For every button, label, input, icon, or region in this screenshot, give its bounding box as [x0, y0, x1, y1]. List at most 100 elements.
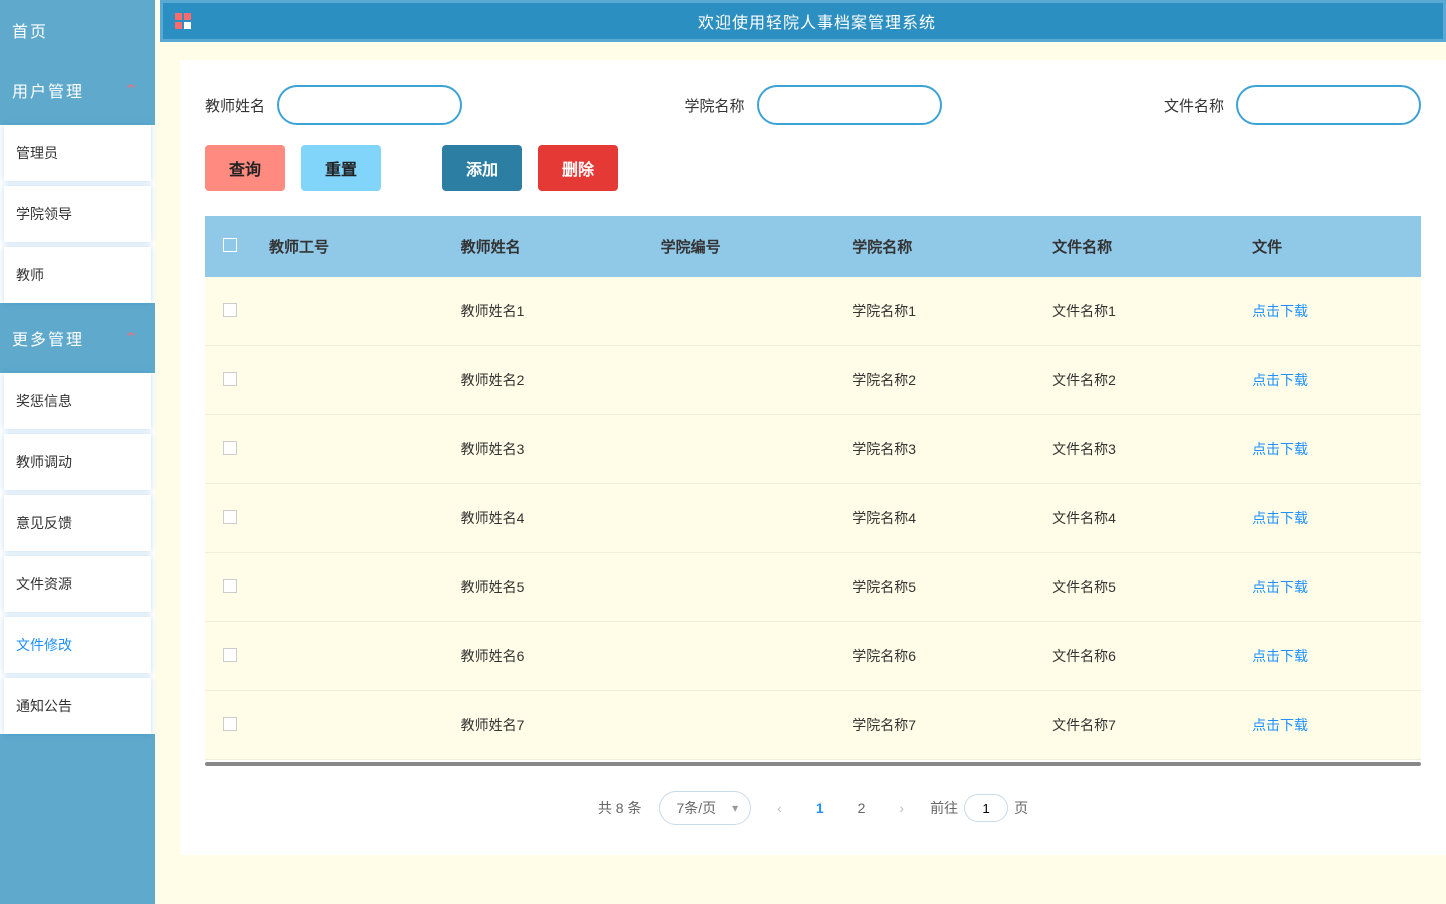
- table-row: 教师姓名3 学院名称3文件名称3 点击下载: [205, 415, 1421, 484]
- cell-file-name: 文件名称1: [1038, 277, 1238, 346]
- table-header-row: 教师工号 教师姓名 学院编号 学院名称 文件名称 文件: [205, 216, 1421, 277]
- page-2[interactable]: 2: [850, 796, 874, 820]
- cell-college-name: 学院名称5: [838, 553, 1038, 622]
- cell-college-id: [647, 346, 839, 415]
- download-link[interactable]: 点击下载: [1252, 510, 1308, 526]
- cell-teacher-name: 教师姓名7: [447, 691, 647, 760]
- sidebar-item-notice[interactable]: 通知公告: [4, 678, 151, 734]
- cell-teacher-name: 教师姓名2: [447, 346, 647, 415]
- sidebar-group-label: 用户管理: [12, 84, 84, 101]
- sidebar-item-reward-punishment[interactable]: 奖惩信息: [4, 373, 151, 429]
- cell-teacher-name: 教师姓名4: [447, 484, 647, 553]
- cell-teacher-id: [255, 622, 447, 691]
- table-row: 教师姓名6学院名称6文件名称6点击下载: [205, 622, 1421, 691]
- college-name-input[interactable]: [757, 85, 942, 125]
- cell-file-name: 文件名称7: [1038, 691, 1238, 760]
- chevron-up-icon: ⌃: [124, 82, 142, 98]
- button-row: 查询 重置 添加 删除: [205, 145, 1421, 191]
- sidebar-group-user-mgmt[interactable]: 用户管理 ⌃: [0, 60, 155, 120]
- cell-file-name: 文件名称3: [1038, 415, 1238, 484]
- table-row: 教师姓名7 学院名称7文件名称7 点击下载: [205, 691, 1421, 760]
- teacher-name-input[interactable]: [277, 85, 462, 125]
- app-grid-icon[interactable]: [175, 13, 191, 29]
- filter-row: 教师姓名 学院名称 文件名称: [205, 85, 1421, 125]
- page-title: 欢迎使用轻院人事档案管理系统: [191, 9, 1443, 33]
- cell-college-id: [647, 484, 839, 553]
- sidebar-group-more-mgmt[interactable]: 更多管理 ⌃: [0, 308, 155, 368]
- cell-teacher-name: 教师姓名1: [447, 277, 647, 346]
- cell-file-name: 文件名称2: [1038, 346, 1238, 415]
- filter-label-college-name: 学院名称: [684, 95, 744, 116]
- table-row: 教师姓名5 学院名称5文件名称5 点击下载: [205, 553, 1421, 622]
- page-next[interactable]: ›: [891, 796, 912, 820]
- cell-college-name: 学院名称6: [838, 622, 1038, 691]
- col-file-name: 文件名称: [1038, 216, 1238, 277]
- row-checkbox[interactable]: [223, 303, 237, 317]
- cell-teacher-id: [255, 346, 447, 415]
- cell-college-name: 学院名称1: [838, 277, 1038, 346]
- table-row: 教师姓名1 学院名称1文件名称1 点击下载: [205, 277, 1421, 346]
- col-college-id: 学院编号: [647, 216, 839, 277]
- select-all-checkbox[interactable]: [223, 238, 237, 252]
- page-goto: 前往 页: [930, 794, 1028, 822]
- col-file: 文件: [1238, 216, 1421, 277]
- cell-college-name: 学院名称7: [838, 691, 1038, 760]
- download-link[interactable]: 点击下载: [1252, 441, 1308, 457]
- reset-button[interactable]: 重置: [301, 145, 381, 191]
- sidebar-item-feedback[interactable]: 意见反馈: [4, 495, 151, 551]
- download-link[interactable]: 点击下载: [1252, 648, 1308, 664]
- goto-input[interactable]: [964, 794, 1008, 822]
- cell-file-name: 文件名称5: [1038, 553, 1238, 622]
- pagination: 共 8 条 7条/页 ‹ 1 2 › 前往 页: [205, 766, 1421, 830]
- cell-teacher-id: [255, 553, 447, 622]
- goto-prefix: 前往: [930, 798, 958, 818]
- row-checkbox[interactable]: [223, 717, 237, 731]
- cell-college-id: [647, 691, 839, 760]
- row-checkbox[interactable]: [223, 510, 237, 524]
- col-teacher-id: 教师工号: [255, 216, 447, 277]
- sidebar-item-file-modify[interactable]: 文件修改: [4, 617, 151, 673]
- download-link[interactable]: 点击下载: [1252, 579, 1308, 595]
- sidebar: 首页 用户管理 ⌃ 管理员 学院领导 教师 更多管理 ⌃ 奖惩信息 教师调动 意…: [0, 0, 155, 904]
- sidebar-item-college-leader[interactable]: 学院领导: [4, 186, 151, 242]
- search-button[interactable]: 查询: [205, 145, 285, 191]
- cell-college-id: [647, 415, 839, 484]
- chevron-up-icon: ⌃: [124, 330, 142, 346]
- delete-button[interactable]: 删除: [538, 145, 618, 191]
- page-prev[interactable]: ‹: [769, 796, 790, 820]
- download-link[interactable]: 点击下载: [1252, 372, 1308, 388]
- add-button[interactable]: 添加: [442, 145, 522, 191]
- topbar: 欢迎使用轻院人事档案管理系统: [160, 0, 1446, 42]
- goto-suffix: 页: [1014, 798, 1028, 818]
- sidebar-sub-user: 管理员 学院领导 教师: [0, 125, 155, 303]
- download-link[interactable]: 点击下载: [1252, 303, 1308, 319]
- cell-college-name: 学院名称3: [838, 415, 1038, 484]
- cell-teacher-id: [255, 415, 447, 484]
- sidebar-item-teacher[interactable]: 教师: [4, 247, 151, 303]
- page-1[interactable]: 1: [808, 796, 832, 820]
- sidebar-item-admin[interactable]: 管理员: [4, 125, 151, 181]
- filter-label-teacher-name: 教师姓名: [205, 95, 265, 116]
- cell-teacher-name: 教师姓名6: [447, 622, 647, 691]
- cell-teacher-name: 教师姓名3: [447, 415, 647, 484]
- page-total: 共 8 条: [598, 798, 642, 818]
- row-checkbox[interactable]: [223, 372, 237, 386]
- file-name-input[interactable]: [1236, 85, 1421, 125]
- sidebar-item-teacher-transfer[interactable]: 教师调动: [4, 434, 151, 490]
- row-checkbox[interactable]: [223, 441, 237, 455]
- sidebar-sub-more: 奖惩信息 教师调动 意见反馈 文件资源 文件修改 通知公告: [0, 373, 155, 734]
- cell-teacher-id: [255, 277, 447, 346]
- page-size-select[interactable]: 7条/页: [659, 791, 751, 825]
- row-checkbox[interactable]: [223, 579, 237, 593]
- sidebar-group-label: 更多管理: [12, 332, 84, 349]
- download-link[interactable]: 点击下载: [1252, 717, 1308, 733]
- sidebar-item-file-resource[interactable]: 文件资源: [4, 556, 151, 612]
- col-college-name: 学院名称: [838, 216, 1038, 277]
- cell-college-id: [647, 622, 839, 691]
- main-content: 教师姓名 学院名称 文件名称 查询 重置 添加 删除 教师工号 教师姓名 学院编…: [180, 60, 1446, 855]
- cell-college-id: [647, 277, 839, 346]
- table-row: 教师姓名4学院名称4文件名称4点击下载: [205, 484, 1421, 553]
- cell-teacher-name: 教师姓名5: [447, 553, 647, 622]
- row-checkbox[interactable]: [223, 648, 237, 662]
- sidebar-home[interactable]: 首页: [0, 0, 155, 60]
